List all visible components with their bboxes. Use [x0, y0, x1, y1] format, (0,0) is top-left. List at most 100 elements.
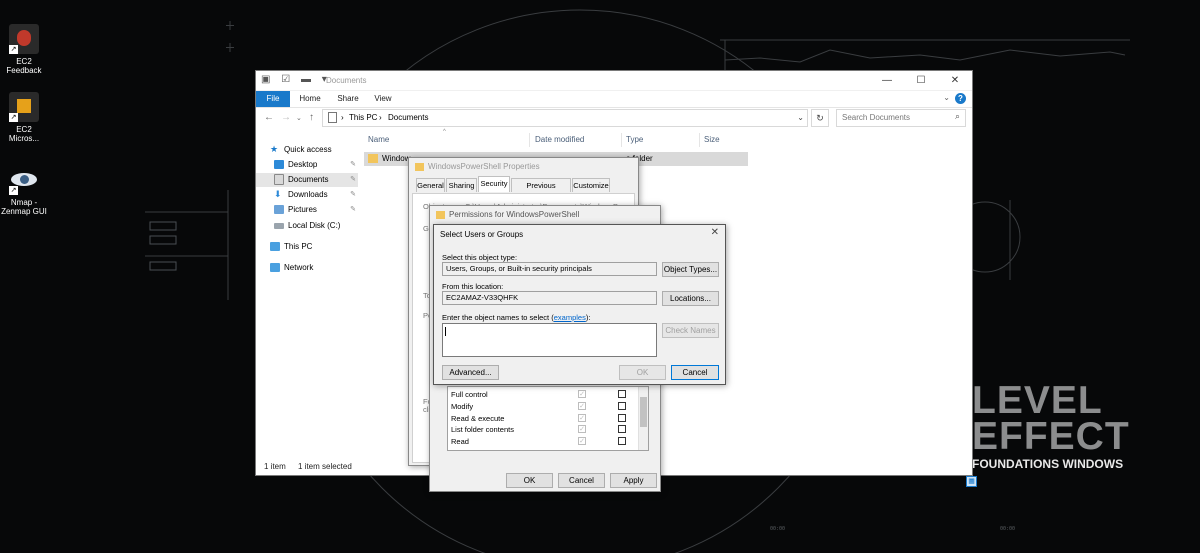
nav-item-downloads[interactable]: ⬇ Downloads ✎ [274, 188, 358, 202]
tab-previous-versions[interactable]: Previous Versions [511, 178, 571, 203]
forward-icon[interactable]: → [281, 112, 291, 123]
ec2-micros-icon: ↗ [9, 92, 39, 122]
ec2-feedback-shortcut[interactable]: ↗ EC2 Feedback [0, 24, 48, 75]
location-field: EC2AMAZ-V33QHFK [442, 291, 657, 305]
allow-checkbox[interactable]: ✓ [578, 437, 586, 445]
allow-checkbox[interactable]: ✓ [578, 402, 586, 410]
deny-checkbox[interactable] [618, 402, 626, 410]
nav-item-label: Downloads [288, 190, 328, 199]
deny-checkbox[interactable] [618, 425, 626, 433]
tab-share[interactable]: Share [332, 91, 364, 107]
nav-item-label: This PC [284, 242, 313, 251]
pictures-icon [274, 205, 284, 215]
disk-icon [274, 222, 284, 229]
search-box[interactable]: Search Documents ⌕ [836, 109, 966, 127]
object-types-button[interactable]: Object Types... [662, 262, 719, 277]
pin-icon: ✎ [350, 176, 356, 183]
selected-count: 1 item selected [298, 462, 352, 471]
scrollbar-thumb[interactable] [640, 397, 647, 427]
properties-dialog-title: WindowsPowerShell Properties [415, 162, 540, 171]
allow-checkbox[interactable]: ✓ [578, 425, 586, 433]
location-label: From this location: [442, 282, 504, 291]
ok-button[interactable]: OK [619, 365, 666, 380]
column-header-date[interactable]: Date modified [535, 135, 584, 144]
tab-security[interactable]: Security [478, 176, 510, 192]
breadcrumb-this-pc[interactable]: This PC [349, 113, 377, 122]
column-header-size[interactable]: Size [704, 135, 720, 144]
folder-icon [436, 210, 445, 219]
permissions-cancel-button[interactable]: Cancel [558, 473, 605, 488]
permissions-dialog-title: Permissions for WindowsPowerShell [436, 210, 579, 219]
ribbon-expand-icon[interactable]: ⌄ [943, 93, 950, 102]
breadcrumb-documents[interactable]: Documents [388, 113, 428, 122]
allow-checkbox[interactable]: ✓ [578, 414, 586, 422]
tab-view[interactable]: View [368, 91, 398, 107]
refresh-icon[interactable]: ↻ [811, 109, 829, 127]
title-bar: ▣ ☑ ▬ ▾ Documents — ☐ ✕ [256, 71, 972, 91]
column-header-name[interactable]: Name [368, 135, 389, 144]
nav-item-label: Documents [288, 175, 329, 184]
ec2-feedback-icon: ↗ [9, 24, 39, 54]
quick-access-toolbar[interactable]: ▣ ☑ ▬ ▾ [261, 74, 331, 85]
shortcut-arrow-icon: ↗ [9, 113, 18, 122]
permission-row-full-control: Full control ✓ [451, 389, 631, 400]
column-header-type[interactable]: Type [626, 135, 643, 144]
nav-item-desktop[interactable]: Desktop ✎ [274, 158, 358, 172]
nav-item-network[interactable]: Network [270, 261, 358, 275]
nmap-zenmap-shortcut[interactable]: ↗ Nmap - Zenmap GUI [0, 165, 48, 216]
nav-item-label: Local Disk (C:) [288, 221, 341, 230]
deny-checkbox[interactable] [618, 437, 626, 445]
folder-icon [368, 154, 378, 163]
locations-button[interactable]: Locations... [662, 291, 719, 306]
address-dropdown-icon[interactable]: ⌄ [797, 113, 804, 122]
nav-item-documents[interactable]: Documents ✎ [256, 173, 358, 187]
up-icon[interactable]: ↑ [309, 112, 314, 123]
navigation-pane: ★ Quick access Desktop ✎ Documents ✎ ⬇ Downl… [256, 135, 360, 455]
object-names-input[interactable] [442, 323, 657, 357]
help-icon[interactable]: ? [955, 93, 966, 104]
close-icon[interactable]: ✕ [938, 71, 972, 90]
permission-row-modify: Modify ✓ [451, 401, 631, 412]
nav-item-label: Desktop [288, 160, 318, 169]
tab-sharing[interactable]: Sharing [446, 178, 477, 192]
tab-home[interactable]: Home [294, 91, 326, 107]
permission-row-list-folder: List folder contents ✓ [451, 424, 631, 435]
svg-text:00:00: 00:00 [1000, 526, 1015, 532]
tab-file[interactable]: File [256, 91, 290, 107]
desktop-icon [274, 160, 284, 170]
large-icons-view-icon[interactable]: ▦ [966, 476, 977, 487]
item-count: 1 item [264, 462, 286, 471]
tab-customize[interactable]: Customize [572, 178, 610, 192]
shortcut-arrow-icon: ↗ [9, 45, 18, 54]
folder-icon [415, 162, 424, 171]
download-icon: ⬇ [274, 189, 282, 200]
folder-location-icon [328, 112, 337, 123]
deny-checkbox[interactable] [618, 390, 626, 398]
permissions-apply-button[interactable]: Apply [610, 473, 657, 488]
minimize-icon[interactable]: — [870, 71, 904, 90]
search-input[interactable]: Search Documents [842, 113, 910, 122]
recent-locations-icon[interactable]: ⌄ [296, 114, 302, 122]
desktop-icon-label: Nmap - Zenmap GUI [1, 198, 47, 216]
permission-row-read-execute: Read & execute ✓ [451, 413, 631, 424]
nav-item-local-disk[interactable]: Local Disk (C:) [274, 219, 358, 233]
permissions-ok-button[interactable]: OK [506, 473, 553, 488]
permission-list-scrollbar[interactable] [638, 387, 648, 450]
maximize-icon[interactable]: ☐ [904, 71, 938, 90]
back-icon[interactable]: ← [264, 112, 274, 123]
nav-item-this-pc[interactable]: This PC [270, 240, 358, 254]
address-bar[interactable]: › This PC › Documents ⌄ [322, 109, 808, 127]
cancel-button[interactable]: Cancel [671, 365, 719, 380]
allow-checkbox[interactable]: ✓ [578, 390, 586, 398]
tab-general[interactable]: General [416, 178, 445, 192]
deny-checkbox[interactable] [618, 414, 626, 422]
ec2-micros-shortcut[interactable]: ↗ EC2 Micros... [0, 92, 48, 143]
close-icon[interactable]: ✕ [711, 227, 719, 238]
computer-icon [270, 242, 280, 252]
select-users-dialog-title: Select Users or Groups [440, 230, 524, 239]
check-names-button[interactable]: Check Names [662, 323, 719, 338]
advanced-button[interactable]: Advanced... [442, 365, 499, 380]
nav-item-quick-access[interactable]: ★ Quick access [270, 143, 358, 157]
nav-item-pictures[interactable]: Pictures ✎ [274, 203, 358, 217]
examples-link[interactable]: examples [554, 313, 586, 322]
